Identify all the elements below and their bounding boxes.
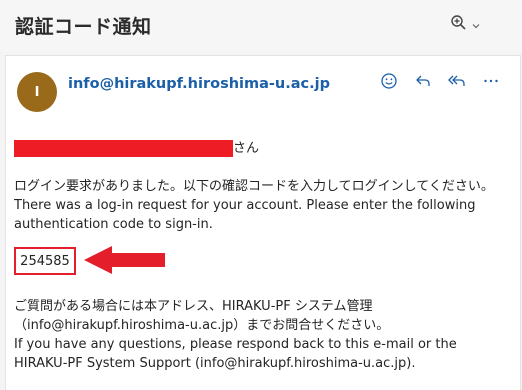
zoom-in-icon bbox=[450, 14, 468, 36]
smiley-icon[interactable] bbox=[378, 70, 400, 92]
redacted-name bbox=[14, 139, 233, 157]
login-request-en: There was a log-in request for your acco… bbox=[14, 198, 476, 232]
zoom-button[interactable] bbox=[450, 12, 498, 38]
greeting-suffix: さん bbox=[233, 140, 260, 156]
auth-code: 254585 bbox=[14, 247, 76, 275]
message-subject: 認証コード通知 bbox=[15, 16, 152, 38]
contact-ja-2: （info@hirakupf.hiroshima-u.ac.jp）までお問合せく… bbox=[14, 318, 390, 333]
login-request-ja: ログイン要求がありました。以下の確認コードを入力してログインしてください。 bbox=[14, 179, 494, 194]
sender-address[interactable]: info@hirakupf.hiroshima-u.ac.jp bbox=[68, 76, 330, 92]
subject-bar: 認証コード通知 bbox=[0, 0, 522, 52]
contact-en: If you have any questions, please respon… bbox=[14, 337, 457, 371]
more-icon[interactable] bbox=[480, 70, 502, 92]
message-actions bbox=[378, 70, 502, 92]
code-row: 254585 bbox=[14, 244, 514, 283]
contact-ja-1: ご質問がある場合には本アドレス、HIRAKU-PF システム管理 bbox=[14, 299, 373, 314]
message-card: I info@hirakupf.hiroshima-u.ac.jp さん ログイ… bbox=[5, 55, 521, 390]
message-body: さん ログイン要求がありました。以下の確認コードを入力してログインしてください。… bbox=[14, 138, 514, 373]
reply-all-icon[interactable] bbox=[446, 70, 468, 92]
reply-icon[interactable] bbox=[412, 70, 434, 92]
greeting-line: さん bbox=[14, 138, 514, 158]
avatar: I bbox=[17, 72, 57, 112]
chevron-down-icon bbox=[471, 16, 481, 35]
arrow-left-icon bbox=[82, 244, 168, 282]
